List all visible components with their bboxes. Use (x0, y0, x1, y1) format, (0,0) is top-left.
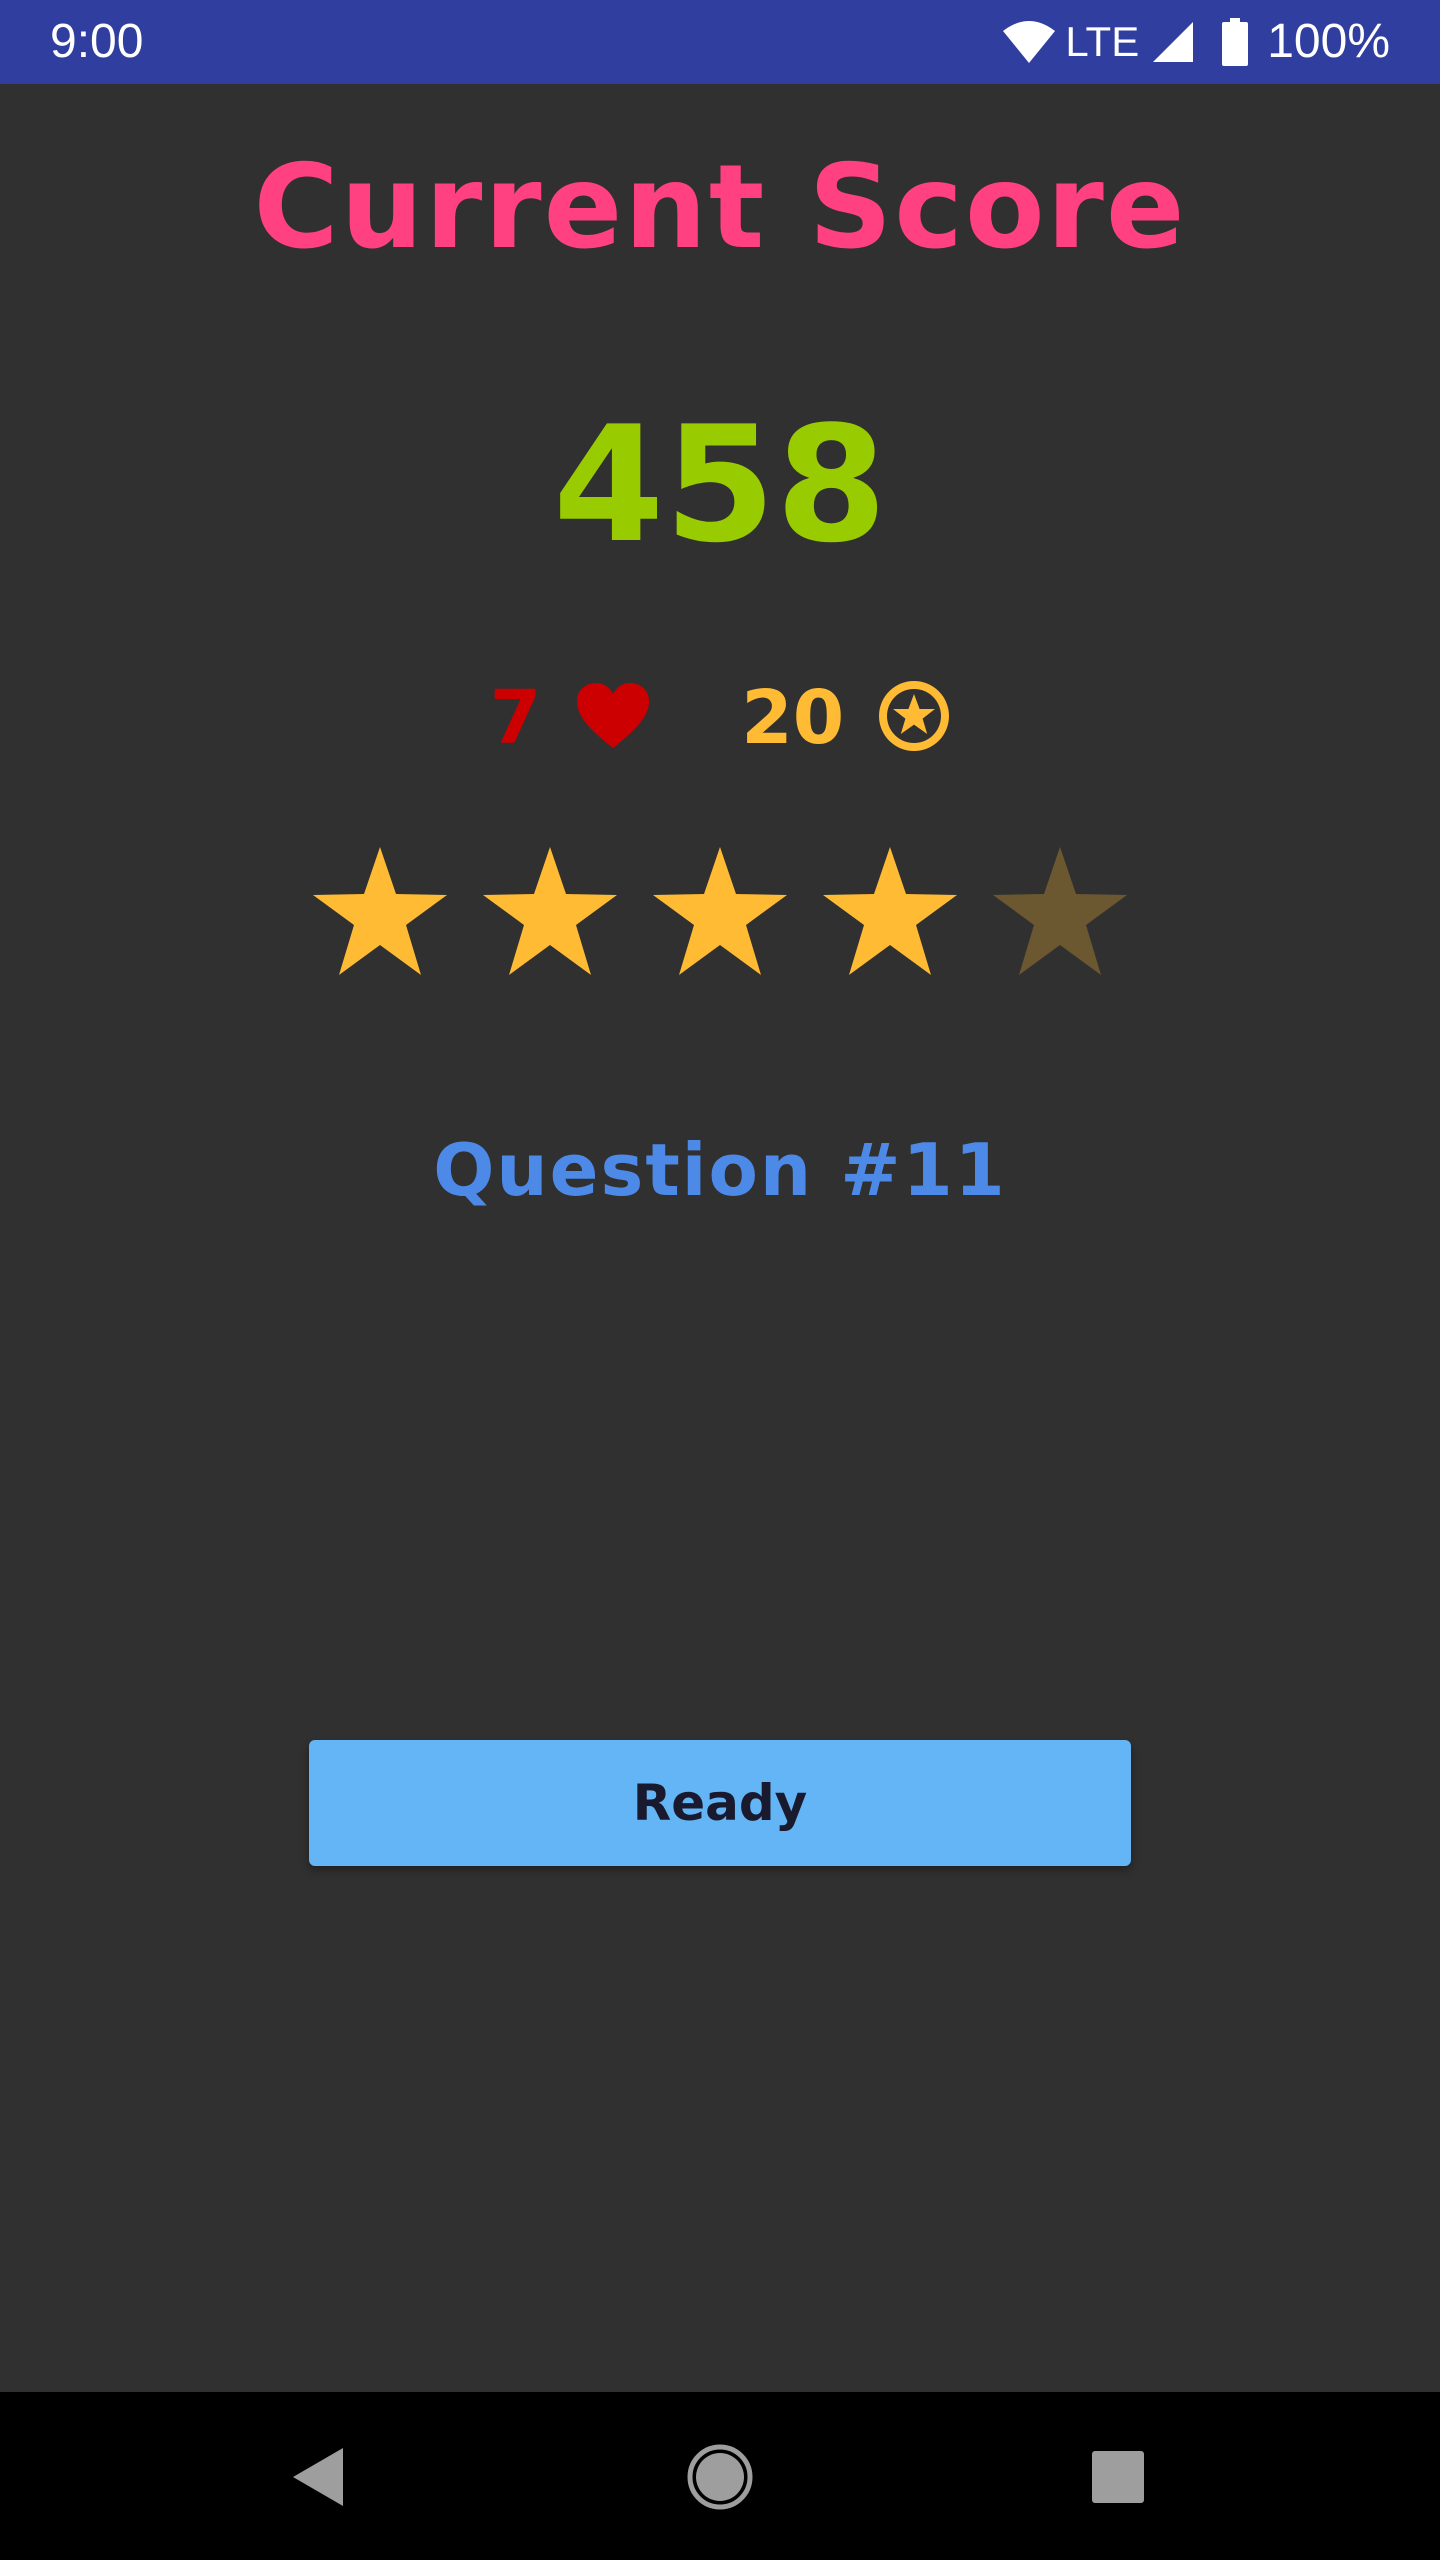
network-type: LTE (1065, 18, 1140, 65)
status-time: 9:00 (50, 15, 144, 68)
recents-icon (1090, 2449, 1146, 2505)
status-icons: LTE 100% (1001, 14, 1390, 70)
stats-row: 7 20 (0, 668, 1440, 768)
lives-count: 7 (489, 675, 542, 761)
wifi-icon (1001, 19, 1057, 65)
question-number: Question #11 (433, 1128, 1007, 1212)
back-button[interactable] (267, 2432, 367, 2522)
home-icon (685, 2442, 755, 2512)
back-icon (289, 2446, 345, 2508)
star-coin-icon (878, 680, 950, 756)
rating-star-icon (989, 842, 1131, 984)
heart-icon (575, 682, 651, 754)
current-score-value: 458 (553, 391, 887, 578)
rating-star-icon (479, 842, 621, 984)
status-bar: 9:00 LTE 100% (0, 0, 1440, 84)
home-button[interactable] (670, 2432, 770, 2522)
cell-signal-icon (1151, 20, 1195, 64)
navigation-bar (0, 2392, 1440, 2560)
rating-star-icon (649, 842, 791, 984)
page-title: Current Score (253, 140, 1187, 275)
ready-button[interactable]: Ready (309, 1740, 1131, 1866)
rating-star-icon (309, 842, 451, 984)
rating-star-icon (819, 842, 961, 984)
recents-button[interactable] (1068, 2432, 1168, 2522)
coins-count: 20 (741, 675, 845, 761)
battery-icon (1221, 18, 1249, 66)
battery-percent: 100% (1267, 15, 1390, 68)
rating-stars (0, 838, 1440, 988)
